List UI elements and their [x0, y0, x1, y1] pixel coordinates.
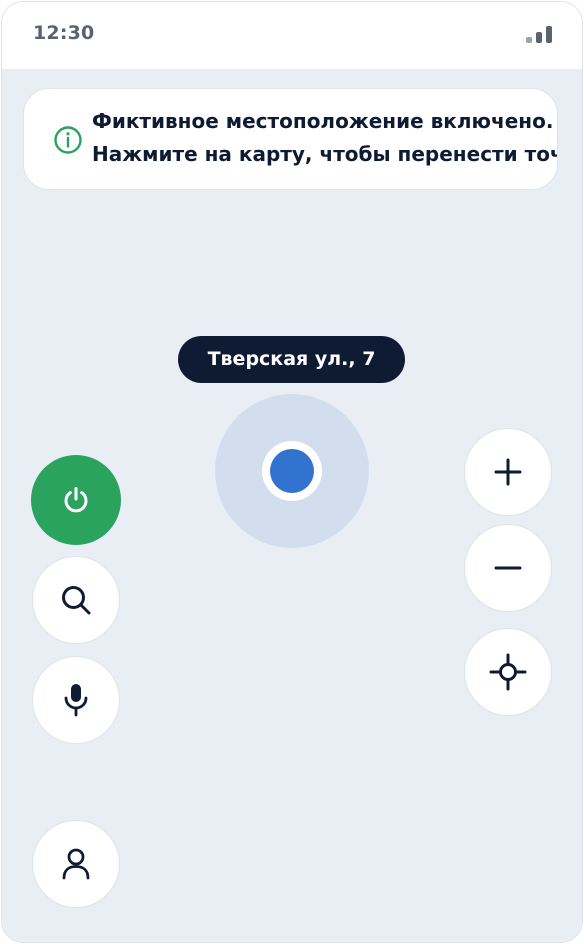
mock-location-banner: Фиктивное местоположение включено. Нажми…	[23, 88, 558, 190]
search-button[interactable]	[32, 556, 120, 644]
microphone-button[interactable]	[32, 656, 120, 744]
my-location-button[interactable]	[464, 628, 552, 716]
power-icon	[64, 487, 88, 513]
power-button[interactable]	[31, 455, 121, 545]
microphone-icon	[64, 684, 88, 717]
profile-button[interactable]	[32, 820, 120, 908]
zoom-in-button[interactable]	[464, 428, 552, 516]
info-icon	[54, 126, 82, 154]
zoom-out-button[interactable]	[464, 524, 552, 612]
search-icon	[62, 586, 91, 615]
location-marker[interactable]	[270, 449, 314, 493]
banner-message: Фиктивное местоположение включено. Нажми…	[92, 105, 558, 171]
profile-icon	[62, 848, 90, 880]
crosshair-icon	[489, 653, 527, 691]
signal-bars-icon	[526, 25, 554, 43]
minus-icon	[494, 566, 522, 570]
location-label: Тверская ул., 7	[178, 336, 405, 383]
status-time: 12:30	[33, 22, 95, 44]
banner-line-1: Фиктивное местоположение включено.	[92, 109, 554, 133]
banner-line-2: Нажмите на карту, чтобы перенести точку	[92, 142, 558, 166]
plus-icon	[494, 458, 522, 486]
status-bar: 12:30	[2, 2, 582, 69]
